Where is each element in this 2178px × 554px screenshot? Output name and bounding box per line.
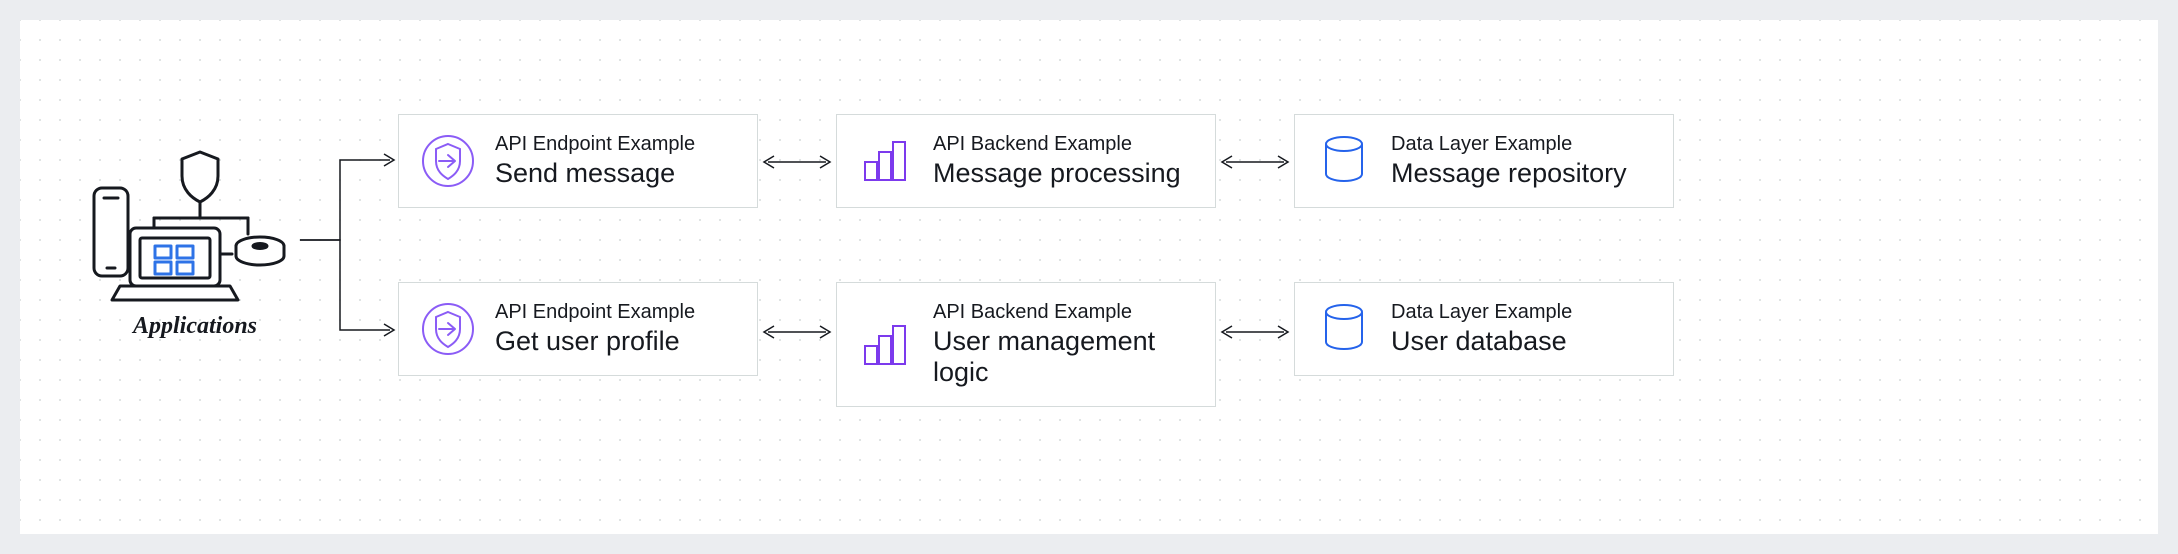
backend-subtitle: API Backend Example <box>933 301 1193 324</box>
endpoint-subtitle: API Endpoint Example <box>495 133 695 156</box>
bidir-arrow <box>762 152 832 172</box>
endpoint-title: Get user profile <box>495 326 695 357</box>
applications-cluster: Applications <box>90 150 300 340</box>
applications-label: Applications <box>90 313 300 340</box>
backend-box-row2: API Backend Example User management logi… <box>836 282 1216 407</box>
shield-arrow-icon <box>421 302 475 356</box>
backend-title: Message processing <box>933 158 1181 189</box>
backend-title: User management logic <box>933 326 1193 388</box>
database-icon <box>1317 302 1371 356</box>
shield-arrow-icon <box>421 134 475 188</box>
endpoint-box-row1: API Endpoint Example Send message <box>398 114 758 208</box>
branch-connector <box>300 140 400 360</box>
data-subtitle: Data Layer Example <box>1391 133 1627 156</box>
bar-chart-icon <box>859 134 913 188</box>
data-box-row1: Data Layer Example Message repository <box>1294 114 1674 208</box>
devices-icon <box>90 150 300 305</box>
bidir-arrow <box>1220 322 1290 342</box>
endpoint-subtitle: API Endpoint Example <box>495 301 695 324</box>
data-title: Message repository <box>1391 158 1627 189</box>
data-box-row2: Data Layer Example User database <box>1294 282 1674 376</box>
bar-chart-icon <box>859 318 913 372</box>
data-title: User database <box>1391 326 1572 357</box>
diagram-canvas: Applications API Endpoint Example Send m… <box>20 20 2158 534</box>
endpoint-box-row2: API Endpoint Example Get user profile <box>398 282 758 376</box>
database-icon <box>1317 134 1371 188</box>
bidir-arrow <box>1220 152 1290 172</box>
bidir-arrow <box>762 322 832 342</box>
endpoint-title: Send message <box>495 158 695 189</box>
backend-box-row1: API Backend Example Message processing <box>836 114 1216 208</box>
backend-subtitle: API Backend Example <box>933 133 1181 156</box>
data-subtitle: Data Layer Example <box>1391 301 1572 324</box>
